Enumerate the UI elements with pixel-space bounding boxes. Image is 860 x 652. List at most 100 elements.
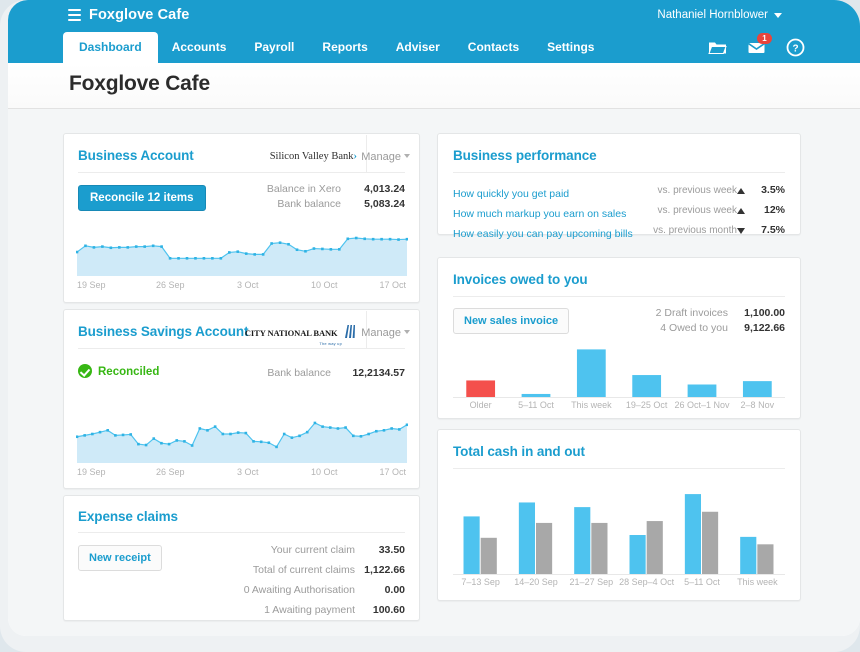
- total-cash-bar-chart: [453, 480, 785, 575]
- bank-mark-icon: [344, 324, 356, 340]
- tab-dashboard[interactable]: Dashboard: [63, 32, 158, 63]
- trend-down-icon: [737, 228, 745, 234]
- card-expense-claims: Expense claims New receipt Your current …: [63, 495, 420, 621]
- svg-text:?: ?: [792, 44, 798, 55]
- performance-link[interactable]: How easily you can pay upcoming bills: [453, 228, 633, 240]
- performance-comparison: vs. previous month: [653, 225, 737, 236]
- nav-tabs: Dashboard Accounts Payroll Reports Advis…: [63, 32, 608, 63]
- axis-tick: 28 Sep–4 Oct: [619, 577, 674, 587]
- bank-name: Silicon Valley Bank: [270, 151, 354, 162]
- row-label: Balance in Xero: [267, 183, 341, 195]
- axis-tick: Older: [453, 400, 508, 410]
- savings-account-manage[interactable]: Manage: [361, 327, 410, 339]
- tab-reports[interactable]: Reports: [308, 32, 381, 63]
- folder-icon[interactable]: [708, 38, 727, 57]
- silicon-valley-bank-logo[interactable]: Silicon Valley Bank›: [270, 151, 357, 162]
- top-bar: Foxglove Cafe Nathaniel Hornblower: [8, 0, 860, 32]
- hamburger-icon[interactable]: [68, 9, 81, 22]
- axis-tick: 17 Oct: [379, 467, 406, 477]
- total-cash-axis: 7–13 Sep14–20 Sep21–27 Sep28 Sep–4 Oct5–…: [453, 577, 785, 589]
- axis-tick: 21–27 Sep: [564, 577, 619, 587]
- tab-contacts[interactable]: Contacts: [454, 32, 533, 63]
- manage-label: Manage: [361, 151, 401, 163]
- invoices-owed-bar-chart: [453, 342, 785, 398]
- envelope-icon[interactable]: 1: [747, 38, 766, 57]
- axis-tick: 5–11 Oct: [508, 400, 563, 410]
- axis-tick: 19 Sep: [77, 467, 106, 477]
- axis-tick: 3 Oct: [237, 467, 259, 477]
- device-frame: Foxglove Cafe Nathaniel Hornblower Dashb…: [0, 0, 860, 652]
- envelope-badge: 1: [757, 33, 772, 44]
- row-value: 9,122.66: [744, 322, 785, 334]
- tab-accounts[interactable]: Accounts: [158, 32, 241, 63]
- performance-link[interactable]: How much markup you earn on sales: [453, 208, 626, 220]
- savings-account-sparkline: [76, 408, 408, 463]
- performance-link[interactable]: How quickly you get paid: [453, 188, 569, 200]
- new-receipt-button[interactable]: New receipt: [78, 545, 162, 571]
- user-menu-label[interactable]: Nathaniel Hornblower: [657, 9, 768, 21]
- manage-label: Manage: [361, 327, 401, 339]
- reconcile-button[interactable]: Reconcile 12 items: [78, 185, 206, 211]
- card-invoices-owed: Invoices owed to you New sales invoice 2…: [437, 257, 801, 419]
- business-account-manage[interactable]: Manage: [361, 151, 410, 163]
- business-performance-title: Business performance: [453, 148, 597, 163]
- card-business-account: Business Account Silicon Valley Bank› Ma…: [63, 133, 420, 303]
- tab-settings[interactable]: Settings: [533, 32, 608, 63]
- invoices-owed-axis: Older5–11 OctThis week19–25 Oct26 Oct–1 …: [453, 400, 785, 412]
- dashboard-content: Business Account Silicon Valley Bank› Ma…: [8, 109, 860, 636]
- axis-tick: 3 Oct: [237, 280, 259, 290]
- row-value: 1,100.00: [744, 307, 785, 319]
- row-value: 5,083.24: [364, 198, 405, 210]
- axis-tick: 5–11 Oct: [674, 577, 729, 587]
- page-header: Foxglove Cafe: [8, 63, 860, 109]
- check-circle-icon: [78, 364, 92, 378]
- axis-tick: 26 Sep: [156, 280, 185, 290]
- trend-up-icon: [737, 188, 745, 194]
- card-divider: [453, 172, 785, 173]
- chevron-right-icon: ›: [354, 151, 358, 162]
- bank-tagline: The way up: [245, 341, 342, 346]
- card-business-performance: Business performance How quickly you get…: [437, 133, 801, 235]
- performance-row: How quickly you get paid vs. previous we…: [453, 184, 785, 202]
- city-national-bank-logo[interactable]: CITY NATIONAL BANK The way up: [245, 323, 356, 346]
- axis-tick: This week: [564, 400, 619, 410]
- card-total-cash: Total cash in and out 7–13 Sep14–20 Sep2…: [437, 429, 801, 601]
- brand-title: Foxglove Cafe: [89, 7, 189, 23]
- row-label: Your current claim: [271, 544, 355, 556]
- row-label: 4 Owed to you: [660, 322, 728, 334]
- chevron-down-icon[interactable]: [774, 13, 782, 18]
- row-value: 0.00: [385, 584, 405, 596]
- performance-row: How easily you can pay upcoming bills vs…: [453, 224, 785, 242]
- app-screen: Foxglove Cafe Nathaniel Hornblower Dashb…: [8, 0, 860, 636]
- bank-name: CITY NATIONAL BANK: [245, 328, 338, 338]
- tab-payroll[interactable]: Payroll: [240, 32, 308, 63]
- card-savings-account: Business Savings Account CITY NATIONAL B…: [63, 309, 420, 489]
- performance-comparison: vs. previous week: [658, 205, 737, 216]
- axis-tick: 17 Oct: [379, 280, 406, 290]
- card-divider: [78, 172, 405, 173]
- chevron-down-icon: [404, 330, 410, 334]
- performance-value: 12%: [764, 204, 785, 216]
- status-label: Reconciled: [98, 366, 159, 378]
- business-account-sparkline: [76, 228, 408, 276]
- help-icon[interactable]: ?: [786, 38, 805, 57]
- tab-adviser[interactable]: Adviser: [382, 32, 454, 63]
- savings-account-title: Business Savings Account: [78, 324, 248, 339]
- axis-tick: 19 Sep: [77, 280, 106, 290]
- reconciled-status: Reconciled: [78, 364, 159, 378]
- performance-value: 3.5%: [761, 184, 785, 196]
- performance-row: How much markup you earn on sales vs. pr…: [453, 204, 785, 222]
- nav-bar: Dashboard Accounts Payroll Reports Advis…: [8, 32, 860, 63]
- row-value: 1,122.66: [364, 564, 405, 576]
- new-sales-invoice-button[interactable]: New sales invoice: [453, 308, 569, 334]
- row-value: 12,2134.57: [352, 367, 405, 379]
- axis-tick: This week: [730, 577, 785, 587]
- expense-claims-title: Expense claims: [78, 509, 178, 524]
- invoices-owed-title: Invoices owed to you: [453, 272, 588, 287]
- page-title: Foxglove Cafe: [69, 72, 210, 96]
- performance-value: 7.5%: [761, 224, 785, 236]
- chevron-down-icon: [404, 154, 410, 158]
- trend-up-icon: [737, 208, 745, 214]
- axis-tick: 26 Oct–1 Nov: [674, 400, 729, 410]
- row-value: 100.60: [373, 604, 405, 616]
